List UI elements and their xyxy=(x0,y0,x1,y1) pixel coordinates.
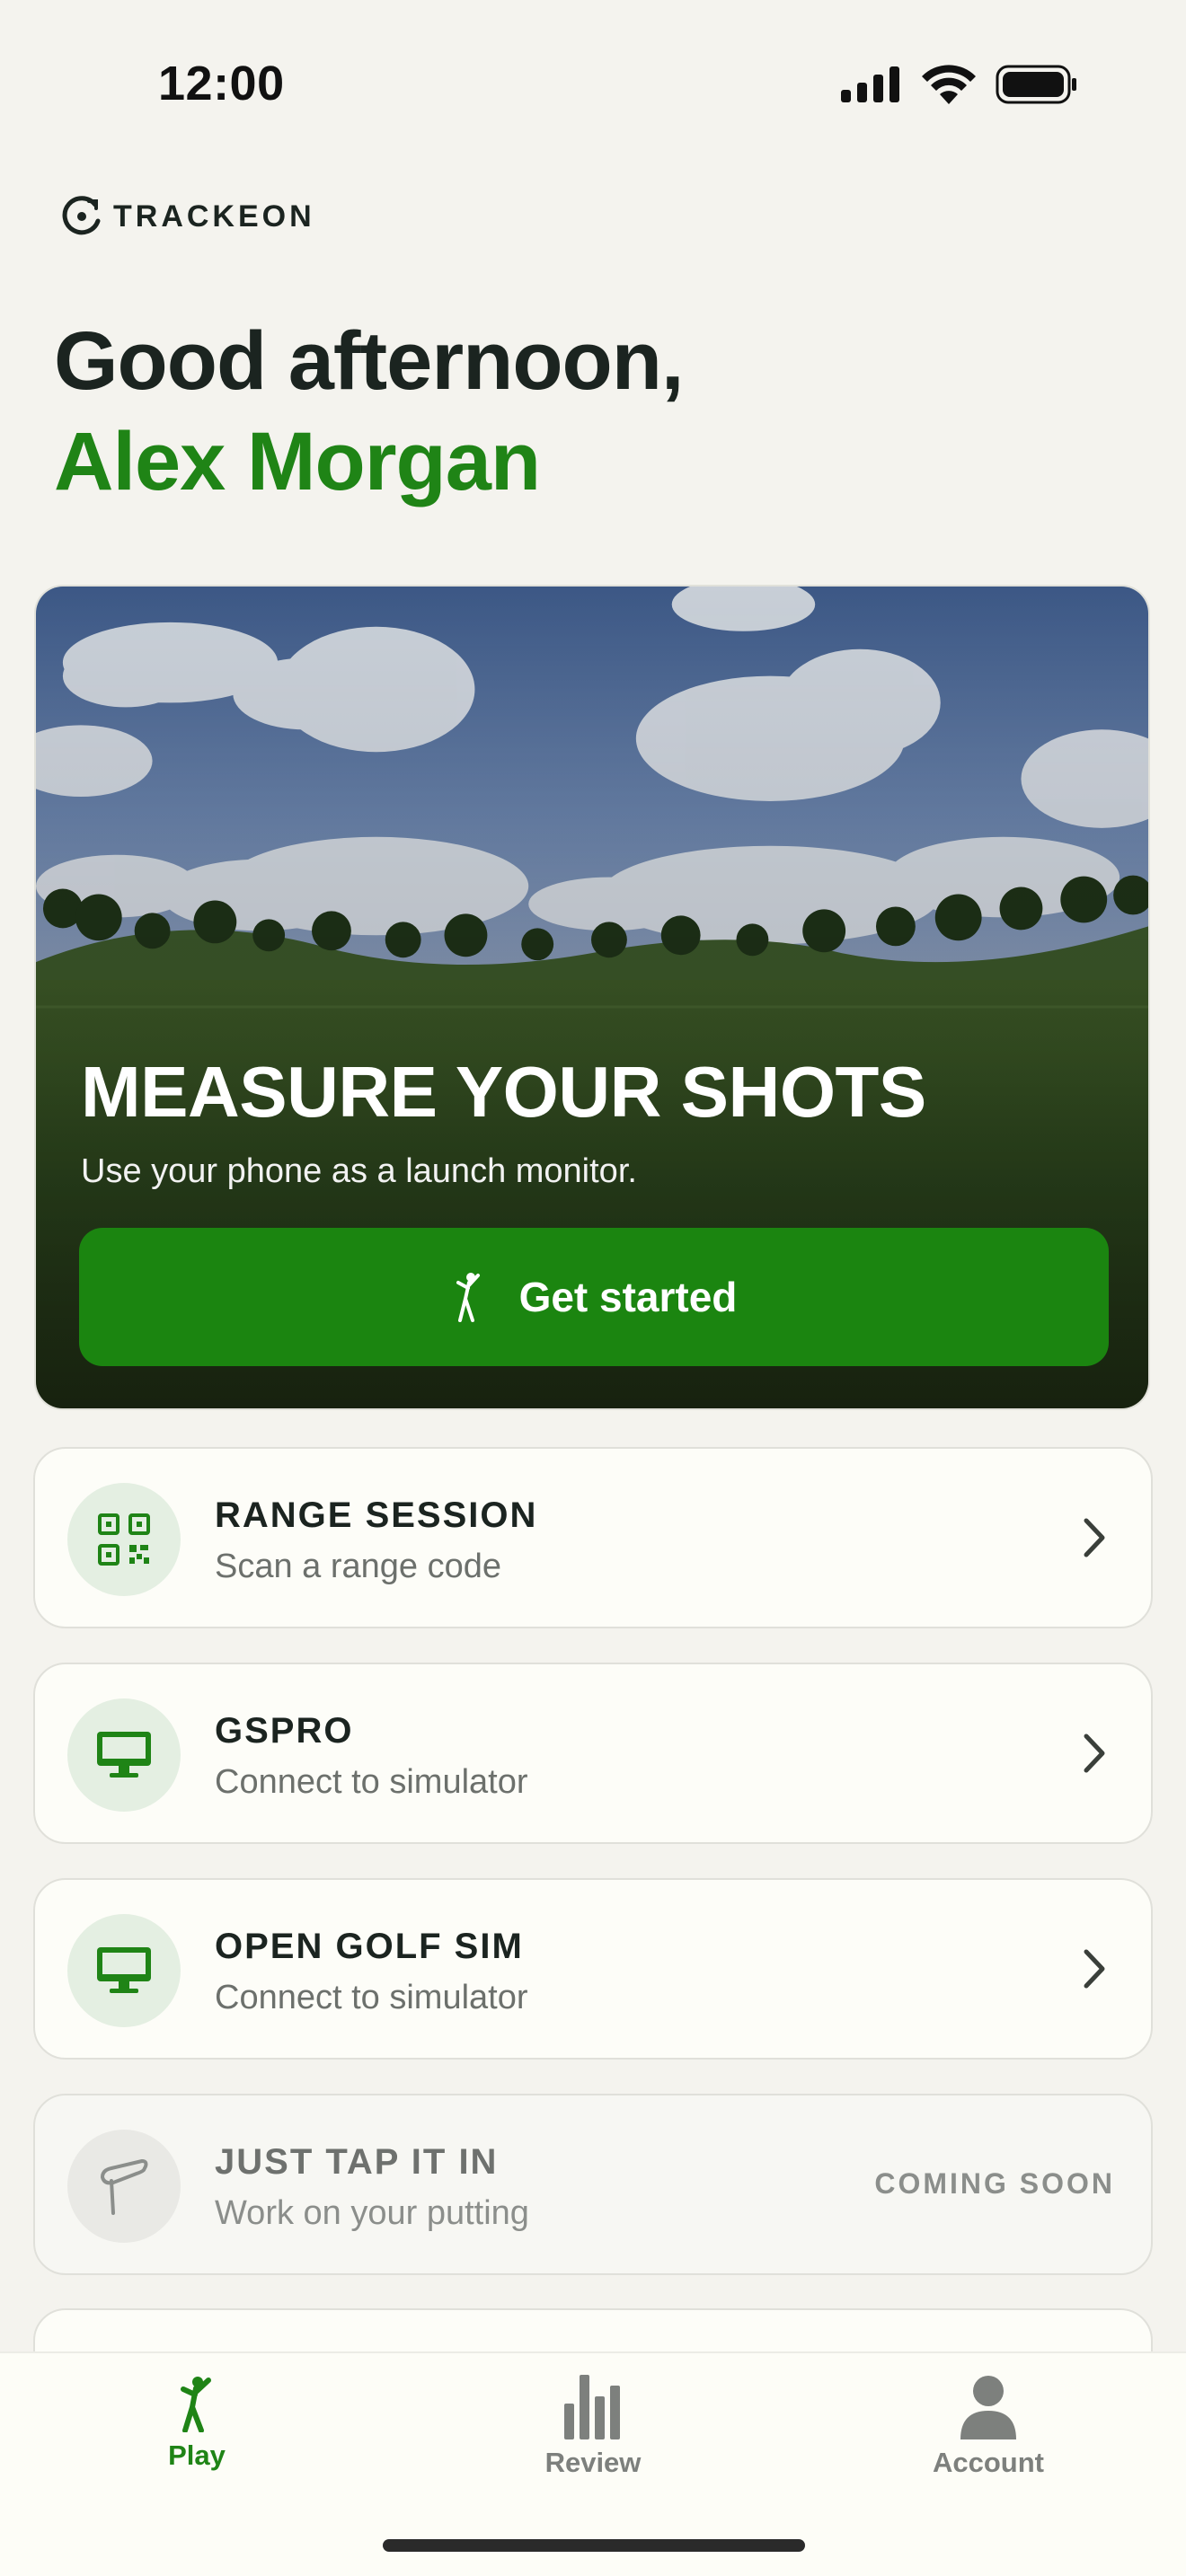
range-session-title: RANGE SESSION xyxy=(215,1495,538,1535)
person-icon xyxy=(960,2376,1016,2439)
gspro-title: GSPRO xyxy=(215,1711,354,1751)
golfer-icon xyxy=(181,2377,211,2432)
tab-play[interactable]: Play xyxy=(89,2375,305,2472)
coming-soon-badge: COMING SOON xyxy=(874,2167,1115,2200)
status-time: 12:00 xyxy=(158,57,285,110)
range-session-icon-badge xyxy=(67,1483,181,1596)
hero-title: MEASURE YOUR SHOTS xyxy=(81,1052,926,1132)
bar-chart-icon xyxy=(564,2375,620,2439)
just-tap-it-in-title: JUST TAP IT IN xyxy=(215,2142,499,2182)
just-tap-it-in-icon-badge xyxy=(67,2130,181,2243)
putter-icon xyxy=(101,2159,148,2215)
chevron-right-icon xyxy=(1084,1518,1105,1557)
tab-review[interactable]: Review xyxy=(485,2375,701,2479)
tab-account[interactable]: Account xyxy=(881,2375,1096,2479)
monitor-icon xyxy=(97,1947,151,1993)
home-indicator xyxy=(383,2539,805,2552)
tab-play-label: Play xyxy=(168,2439,226,2471)
range-session-card[interactable]: RANGE SESSION Scan a range code xyxy=(33,1447,1153,1628)
get-started-label: Get started xyxy=(518,1274,738,1320)
just-tap-it-in-subtitle: Work on your putting xyxy=(215,2194,529,2232)
tab-review-label: Review xyxy=(544,2447,642,2478)
get-started-button[interactable]: Get started xyxy=(79,1228,1109,1366)
battery-icon xyxy=(996,65,1076,104)
open-golf-sim-card[interactable]: OPEN GOLF SIM Connect to simulator xyxy=(33,1878,1153,2060)
brand-logo-text: TRACKEON xyxy=(113,198,315,234)
hero-card: MEASURE YOUR SHOTS Use your phone as a l… xyxy=(34,585,1150,1410)
open-golf-sim-subtitle: Connect to simulator xyxy=(215,1979,528,2016)
trackeon-logo-icon xyxy=(62,196,101,235)
hero-subtitle: Use your phone as a launch monitor. xyxy=(81,1152,637,1190)
chevron-right-icon xyxy=(1084,1734,1105,1773)
wifi-icon xyxy=(922,65,976,104)
gspro-card[interactable]: GSPRO Connect to simulator xyxy=(33,1663,1153,1844)
open-golf-sim-title: OPEN GOLF SIM xyxy=(215,1927,524,1966)
gspro-icon-badge xyxy=(67,1698,181,1812)
tab-account-label: Account xyxy=(933,2447,1044,2478)
gspro-subtitle: Connect to simulator xyxy=(215,1763,528,1801)
golfer-swing-icon xyxy=(456,1273,480,1322)
range-session-subtitle: Scan a range code xyxy=(215,1548,502,1585)
chevron-right-icon xyxy=(1084,1949,1105,1989)
just-tap-it-in-card: JUST TAP IT IN Work on your putting COMI… xyxy=(33,2094,1153,2275)
open-golf-sim-icon-badge xyxy=(67,1914,181,2027)
greeting-user-name: Alex Morgan xyxy=(54,416,541,507)
signal-icon xyxy=(841,66,899,102)
status-icons xyxy=(841,65,1078,104)
greeting-line: Good afternoon, xyxy=(54,315,684,407)
brand-logo: TRACKEON xyxy=(59,194,315,239)
qr-code-icon xyxy=(98,1513,150,1566)
monitor-icon xyxy=(97,1732,151,1778)
